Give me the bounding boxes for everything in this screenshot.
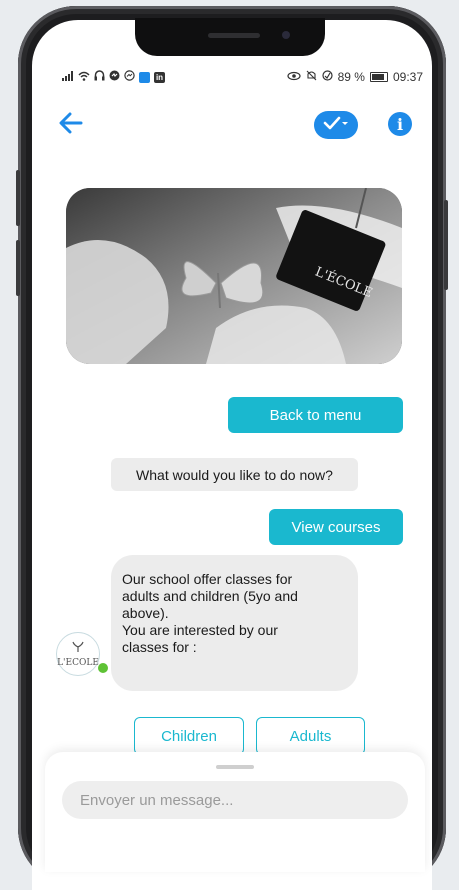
- wifi-icon: [78, 71, 90, 84]
- app-icon: [139, 71, 150, 83]
- user-message: Back to menu: [228, 397, 403, 433]
- power-button: [444, 200, 448, 290]
- message-input[interactable]: [62, 781, 408, 819]
- status-bar-left: in: [62, 70, 165, 84]
- bot-message: Our school offer classes for adults and …: [111, 555, 358, 691]
- battery-percent: 89 %: [337, 70, 365, 84]
- bot-message-line: Our school offer classes for: [122, 571, 293, 587]
- back-arrow-icon[interactable]: [56, 110, 86, 136]
- linkedin-icon: in: [154, 71, 165, 83]
- course-photo: L'ÉCOLE: [66, 188, 402, 364]
- volume-button: [16, 240, 20, 296]
- messenger-icon: [124, 70, 135, 84]
- speaker: [208, 33, 260, 38]
- front-camera: [282, 31, 290, 39]
- avatar: L'ECOLE: [56, 632, 100, 676]
- volume-button: [16, 170, 20, 226]
- drag-handle[interactable]: [216, 765, 254, 769]
- bot-message: What would you like to do now?: [111, 458, 358, 491]
- user-message: View courses: [269, 509, 403, 545]
- choice-adults-button[interactable]: Adults: [256, 717, 365, 755]
- status-bar-right: 89 % 09:37: [287, 70, 423, 84]
- info-icon[interactable]: i: [388, 112, 412, 136]
- logo-icon: [71, 640, 85, 658]
- mute-icon: [306, 70, 317, 84]
- bot-message-line: adults and children (5yo and: [122, 588, 298, 604]
- eye-icon: [287, 71, 301, 84]
- headset-icon: [94, 70, 105, 84]
- check-dropdown-button[interactable]: [314, 111, 358, 139]
- clock: 09:37: [392, 70, 423, 84]
- bot-message-line: You are interested by our: [122, 622, 278, 638]
- signal-icon: [62, 70, 74, 84]
- data-saver-icon: [322, 70, 333, 84]
- app-icon: [109, 70, 120, 84]
- check-icon: [322, 115, 350, 136]
- bot-message-line: above).: [122, 605, 169, 621]
- avatar-label: L'ECOLE: [57, 658, 99, 668]
- choice-children-button[interactable]: Children: [134, 717, 244, 755]
- online-status-icon: [97, 662, 109, 674]
- bot-message-line: classes for :: [122, 639, 197, 655]
- battery-icon: [369, 72, 388, 82]
